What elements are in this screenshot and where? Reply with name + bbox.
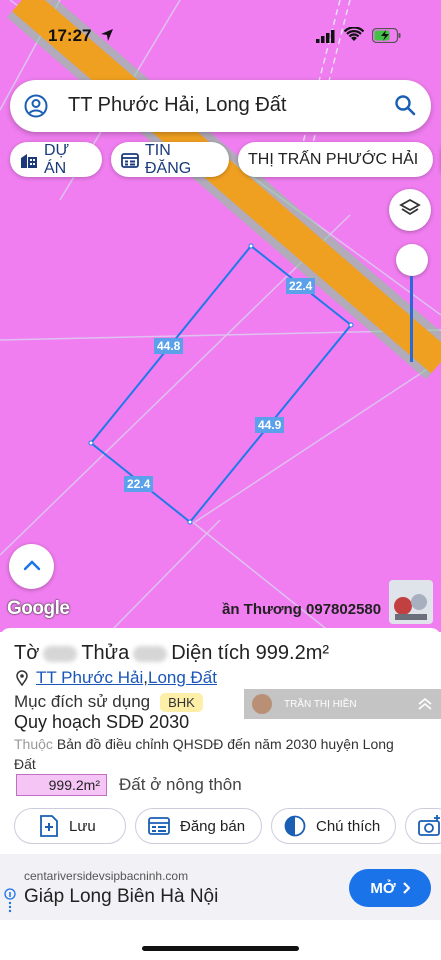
ad-banner[interactable]: centariversidevsipbacninh.com Giáp Long … bbox=[0, 854, 441, 920]
zoom-slider-track[interactable] bbox=[410, 276, 413, 362]
plot-number-redacted bbox=[133, 645, 168, 662]
user-name-banner[interactable]: TRẦN THỊ HIỀN bbox=[244, 689, 441, 719]
parcel-title: Tờ Thửa Diện tích 999.2m² bbox=[14, 642, 329, 665]
belong-value: Bản đồ điều chỉnh QHSDĐ đến năm 2030 huy… bbox=[14, 736, 394, 772]
camera-button[interactable] bbox=[405, 808, 441, 844]
avatar bbox=[252, 694, 272, 714]
contrast-icon bbox=[284, 815, 306, 837]
wifi-icon bbox=[343, 26, 365, 48]
ad-title[interactable]: Giáp Long Biên Hà Nội bbox=[24, 886, 218, 908]
edge-label-bottom: 22.4 bbox=[124, 476, 154, 492]
action-buttons: Lưu Đăng bán Chú thích bbox=[0, 808, 441, 846]
edge-label-top: 22.4 bbox=[286, 278, 316, 294]
ad-open-button[interactable]: MỞ bbox=[349, 869, 431, 907]
home-indicator bbox=[142, 946, 299, 951]
search-bar[interactable]: TT Phước Hải, Long Đất bbox=[10, 80, 431, 132]
status-bar: 17:27 bbox=[0, 0, 441, 70]
chevron-up-icon bbox=[23, 558, 41, 576]
chip-projects[interactable]: DỰ ÁN bbox=[10, 142, 102, 177]
ad-open-label: MỞ bbox=[370, 879, 396, 897]
plot-label: Thửa bbox=[81, 642, 130, 664]
post-sale-button[interactable]: Đăng bán bbox=[135, 808, 262, 844]
pin-icon bbox=[16, 670, 28, 686]
ad-url: centariversidevsipbacninh.com bbox=[24, 869, 189, 883]
area-heading: Diện tích 999.2m² bbox=[171, 642, 330, 664]
info-icon[interactable] bbox=[4, 888, 16, 921]
sheet-number-redacted bbox=[43, 645, 78, 662]
land-type-label: Đất ở nông thôn bbox=[119, 775, 242, 794]
user-account-icon[interactable] bbox=[24, 94, 48, 123]
area-row: 999.2m² Đất ở nông thôn bbox=[16, 774, 242, 796]
edge-label-right: 44.9 bbox=[255, 417, 285, 433]
belong-label: Thuộc bbox=[14, 736, 53, 752]
search-query[interactable]: TT Phước Hải, Long Đất bbox=[68, 94, 286, 117]
plan-title: Quy hoạch SDĐ 2030 bbox=[14, 712, 190, 732]
chip-listings[interactable]: TIN ĐĂNG bbox=[111, 142, 229, 177]
chevron-right-icon bbox=[402, 882, 410, 894]
filter-chips: DỰ ÁN TIN ĐĂNG THỊ TRẤN PHƯỚC HẢI bbox=[10, 142, 441, 178]
zoom-slider-knob[interactable] bbox=[396, 244, 428, 276]
purpose-badge: BHK bbox=[160, 692, 203, 712]
double-chevron-up-icon bbox=[417, 697, 433, 716]
expand-up-button[interactable] bbox=[9, 544, 54, 589]
location-arrow-icon bbox=[100, 28, 114, 47]
chip-town[interactable]: THỊ TRẤN PHƯỚC HẢI bbox=[238, 142, 433, 177]
save-button[interactable]: Lưu bbox=[14, 808, 126, 844]
save-label: Lưu bbox=[69, 817, 96, 835]
chip-listings-label: TIN ĐĂNG bbox=[145, 141, 192, 177]
edge-label-left: 44.8 bbox=[154, 338, 184, 354]
legend-button[interactable]: Chú thích bbox=[271, 808, 396, 844]
location-link-ward[interactable]: TT Phước Hải bbox=[36, 668, 143, 688]
search-icon[interactable] bbox=[394, 94, 416, 121]
parcel-info-panel: Tờ Thửa Diện tích 999.2m² TT Phước Hải, Lo… bbox=[0, 628, 441, 854]
location-link-district[interactable]: Long Đất bbox=[148, 668, 217, 688]
google-logo: Google bbox=[7, 598, 70, 619]
purpose-row: Mục đích sử dụng BHK bbox=[14, 692, 203, 712]
photo-thumbnail[interactable] bbox=[389, 580, 433, 624]
add-photo-icon bbox=[418, 815, 441, 837]
legend-label: Chú thích bbox=[316, 817, 381, 835]
layers-button[interactable] bbox=[389, 189, 431, 231]
chip-town-label: THỊ TRẤN PHƯỚC HẢI bbox=[248, 150, 419, 168]
map-watermark: ần Thương 097802580 bbox=[222, 601, 382, 618]
sheet-label: Tờ bbox=[14, 642, 40, 664]
listing-calendar-icon bbox=[148, 816, 170, 836]
banner-name: TRẦN THỊ HIỀN bbox=[284, 698, 357, 710]
area-value-box: 999.2m² bbox=[16, 774, 107, 796]
add-document-icon bbox=[39, 815, 59, 837]
chip-projects-label: DỰ ÁN bbox=[44, 141, 70, 177]
belong-text: Thuộc Bản đồ điều chỉnh QHSDĐ đến năm 20… bbox=[14, 734, 414, 774]
cellular-signal-icon bbox=[316, 30, 336, 48]
purpose-label: Mục đích sử dụng bbox=[14, 692, 151, 711]
parcel-location: TT Phước Hải, Long Đất bbox=[16, 668, 217, 688]
post-sale-label: Đăng bán bbox=[180, 817, 246, 835]
listing-calendar-icon bbox=[121, 152, 139, 168]
layers-icon bbox=[399, 197, 421, 224]
status-time: 17:27 bbox=[48, 26, 92, 45]
battery-charging-icon bbox=[371, 27, 402, 48]
building-icon bbox=[20, 152, 38, 168]
